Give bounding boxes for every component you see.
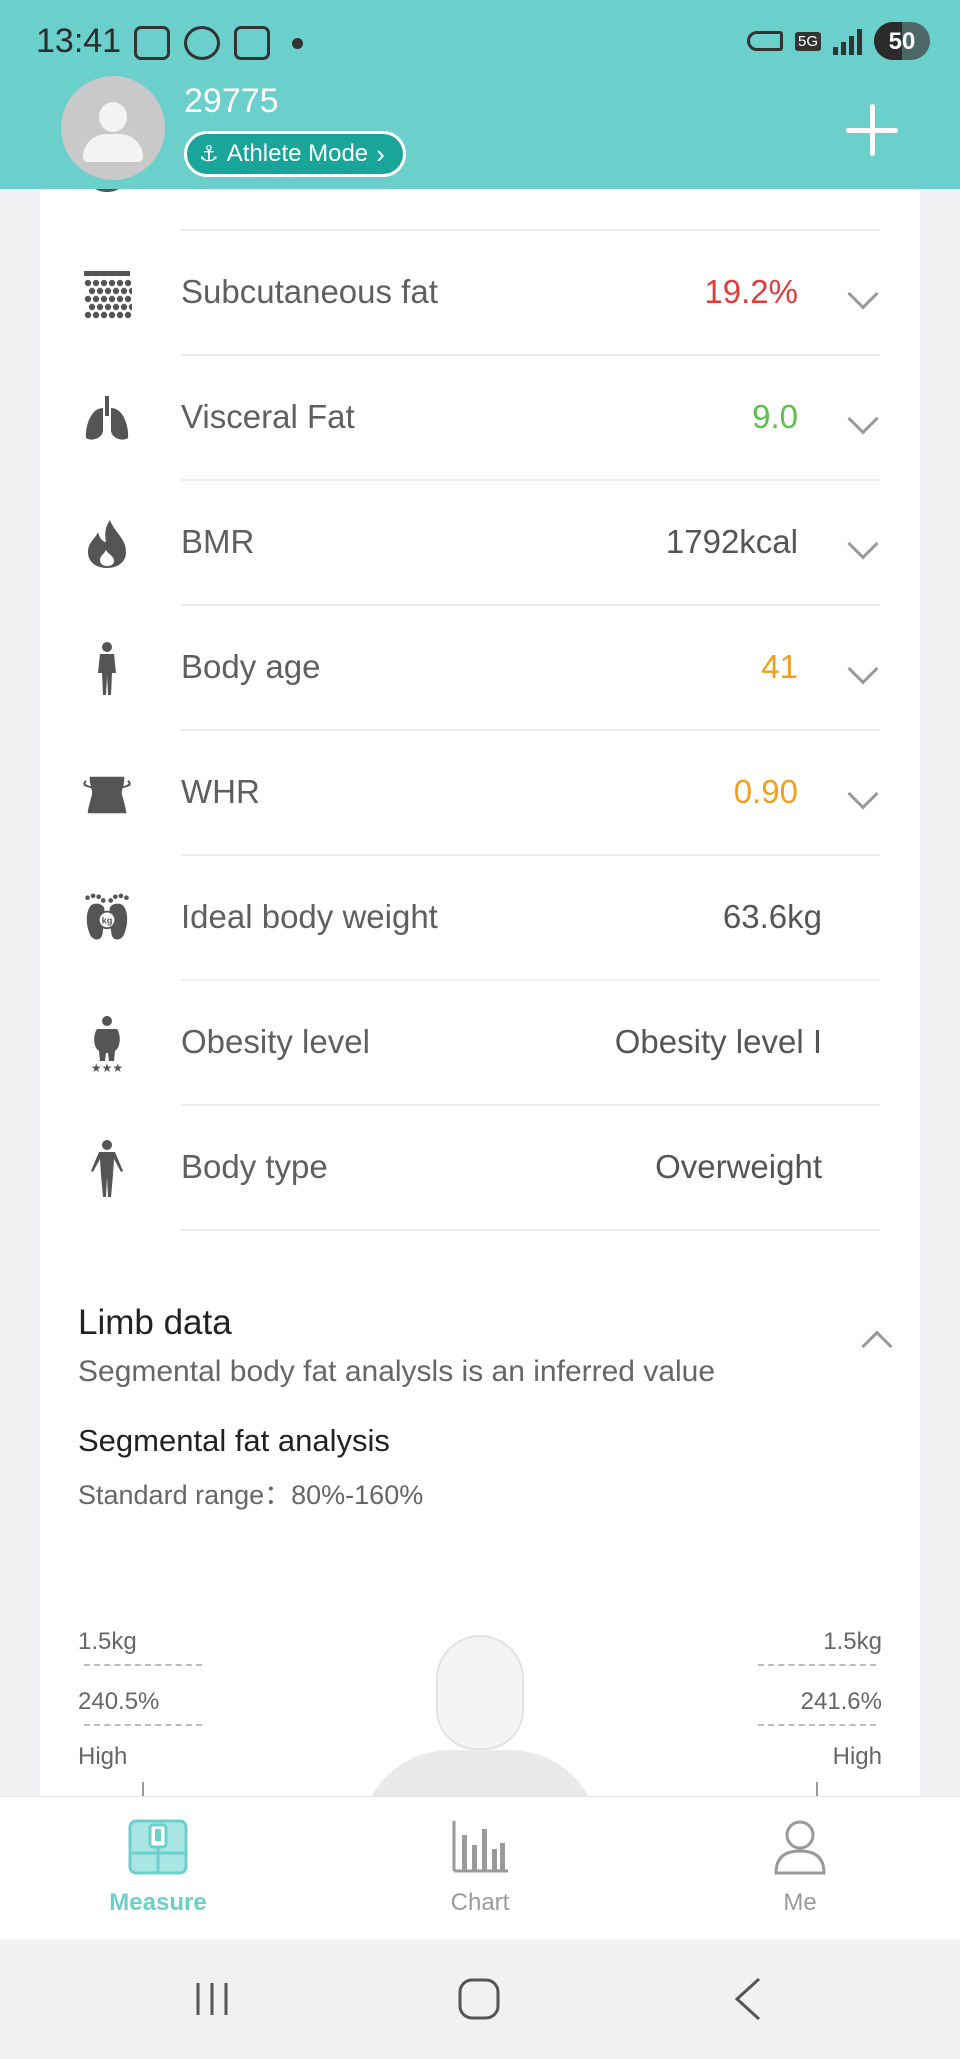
tab-me[interactable]: Me bbox=[700, 1797, 900, 1940]
app-root: 13:41 5G 50 29775 ⚓ Athlete Mode › Subcu… bbox=[0, 0, 960, 2059]
right-arm-weight: 1.5kg bbox=[823, 1628, 882, 1655]
metric-value: 1792kcal bbox=[665, 523, 798, 560]
flame-icon bbox=[82, 519, 132, 569]
tab-me-label: Me bbox=[783, 1889, 817, 1916]
network-type: 5G bbox=[794, 31, 821, 51]
metric-value: Overweight bbox=[655, 1148, 822, 1185]
recent-apps-icon[interactable] bbox=[190, 1969, 234, 2029]
signal-icon bbox=[833, 27, 862, 55]
tab-chart[interactable]: Chart bbox=[380, 1797, 580, 1940]
avatar[interactable] bbox=[61, 76, 165, 180]
left-tick bbox=[142, 1782, 144, 1796]
bar-chart-icon bbox=[448, 1815, 512, 1879]
back-icon[interactable] bbox=[728, 1969, 768, 2029]
divider bbox=[758, 1664, 876, 1666]
divider bbox=[84, 1724, 202, 1726]
divider bbox=[84, 1664, 202, 1666]
right-arm-level: High bbox=[832, 1743, 882, 1770]
standard-range: Standard range：80%-160% bbox=[78, 1480, 424, 1510]
tab-chart-label: Chart bbox=[450, 1889, 510, 1916]
metric-value: 41 bbox=[761, 648, 798, 685]
svg-text:kg: kg bbox=[102, 916, 113, 926]
left-arm-percent: 240.5% bbox=[78, 1688, 160, 1715]
status-time: 13:41 bbox=[36, 22, 122, 60]
user-id: 29775 bbox=[184, 82, 279, 120]
divider bbox=[758, 1724, 876, 1726]
athlete-mode-button[interactable]: ⚓ Athlete Mode › bbox=[184, 131, 406, 177]
status-icons bbox=[134, 26, 303, 60]
lungs-icon bbox=[82, 394, 132, 444]
edge-icon bbox=[184, 26, 220, 60]
chevron-down-icon[interactable] bbox=[847, 403, 879, 435]
metrics-card: Body Water53.6%Subcutaneous fat19.2%Visc… bbox=[40, 170, 920, 1796]
body-type-icon bbox=[82, 1140, 132, 1197]
chevron-down-icon[interactable] bbox=[847, 278, 879, 310]
footprints-kg-icon: kg bbox=[82, 893, 132, 944]
metric-value: 9.0 bbox=[752, 398, 798, 435]
metric-row-bmr[interactable]: BMR 1792kcal bbox=[40, 481, 920, 606]
weightlifter-icon: ⚓ bbox=[199, 141, 219, 166]
limb-data-section[interactable]: Limb data Segmental body fat analysls is… bbox=[78, 1303, 898, 1389]
status-right: 5G 50 bbox=[746, 22, 930, 60]
metric-value: Obesity level I bbox=[614, 1023, 822, 1060]
metric-label: Obesity level bbox=[181, 1023, 370, 1060]
bottom-nav: Measure Chart Me bbox=[0, 1796, 960, 1939]
notification-dot-icon bbox=[292, 37, 303, 49]
chevron-down-icon[interactable] bbox=[847, 778, 879, 810]
right-tick bbox=[816, 1782, 818, 1796]
tab-measure-label: Measure bbox=[109, 1889, 207, 1916]
system-nav-bar bbox=[0, 1939, 960, 2059]
obesity-person-icon: ★★★ bbox=[82, 1016, 132, 1073]
metric-row-whr[interactable]: WHR 0.90 bbox=[40, 731, 920, 856]
metric-label: BMR bbox=[181, 523, 255, 560]
chevron-down-icon[interactable] bbox=[847, 653, 879, 685]
wallet-icon bbox=[234, 26, 270, 60]
home-icon[interactable] bbox=[456, 1969, 502, 2029]
plus-icon[interactable] bbox=[846, 104, 898, 156]
left-arm-level: High bbox=[78, 1743, 128, 1770]
metric-label: WHR bbox=[181, 773, 260, 810]
left-arm-weight: 1.5kg bbox=[78, 1628, 137, 1655]
battery-label: 50 bbox=[888, 28, 916, 55]
metric-value: 19.2% bbox=[704, 273, 798, 310]
metric-label: Body age bbox=[181, 648, 321, 685]
scale-icon bbox=[126, 1815, 190, 1879]
metric-label: Ideal body weight bbox=[181, 898, 438, 935]
waist-icon bbox=[82, 769, 132, 819]
metric-row-body-type: Body type Overweight bbox=[40, 1106, 920, 1231]
tab-measure[interactable]: Measure bbox=[58, 1797, 258, 1940]
metric-row-subcutaneous-fat[interactable]: Subcutaneous fat 19.2% bbox=[40, 231, 920, 356]
metric-row-body-age[interactable]: Body age 41 bbox=[40, 606, 920, 731]
row-divider bbox=[181, 1229, 880, 1231]
metric-row-ideal-body-weight: kg Ideal body weight 63.6kg bbox=[40, 856, 920, 981]
metric-value: 63.6kg bbox=[722, 898, 822, 935]
subcutaneous-fat-icon bbox=[82, 269, 132, 319]
metric-label: Body type bbox=[181, 1148, 328, 1185]
chevron-right-icon: › bbox=[376, 138, 385, 169]
right-arm-percent: 241.6% bbox=[800, 1688, 882, 1715]
header: 13:41 5G 50 29775 ⚓ Athlete Mode › bbox=[0, 0, 960, 189]
chevron-down-icon[interactable] bbox=[847, 528, 879, 560]
person-icon bbox=[82, 642, 132, 695]
limb-subtitle: Segmental body fat analysls is an inferr… bbox=[78, 1355, 716, 1388]
metric-label: Visceral Fat bbox=[181, 398, 355, 435]
svg-text:★★★: ★★★ bbox=[91, 1061, 123, 1073]
vpn-key-icon bbox=[746, 31, 783, 51]
metric-value: 0.90 bbox=[733, 773, 798, 810]
user-icon bbox=[768, 1815, 832, 1879]
metric-label: Subcutaneous fat bbox=[181, 273, 438, 310]
body-figure-image bbox=[360, 1635, 600, 1796]
battery-icon: 50 bbox=[874, 22, 930, 60]
metric-row-obesity-level: ★★★ Obesity level Obesity level I bbox=[40, 981, 920, 1106]
screenshot-icon bbox=[134, 26, 170, 60]
athlete-mode-label: Athlete Mode bbox=[226, 140, 369, 167]
segmental-title: Segmental fat analysis bbox=[78, 1423, 390, 1458]
limb-title: Limb data bbox=[78, 1303, 232, 1342]
metric-row-visceral-fat[interactable]: Visceral Fat 9.0 bbox=[40, 356, 920, 481]
